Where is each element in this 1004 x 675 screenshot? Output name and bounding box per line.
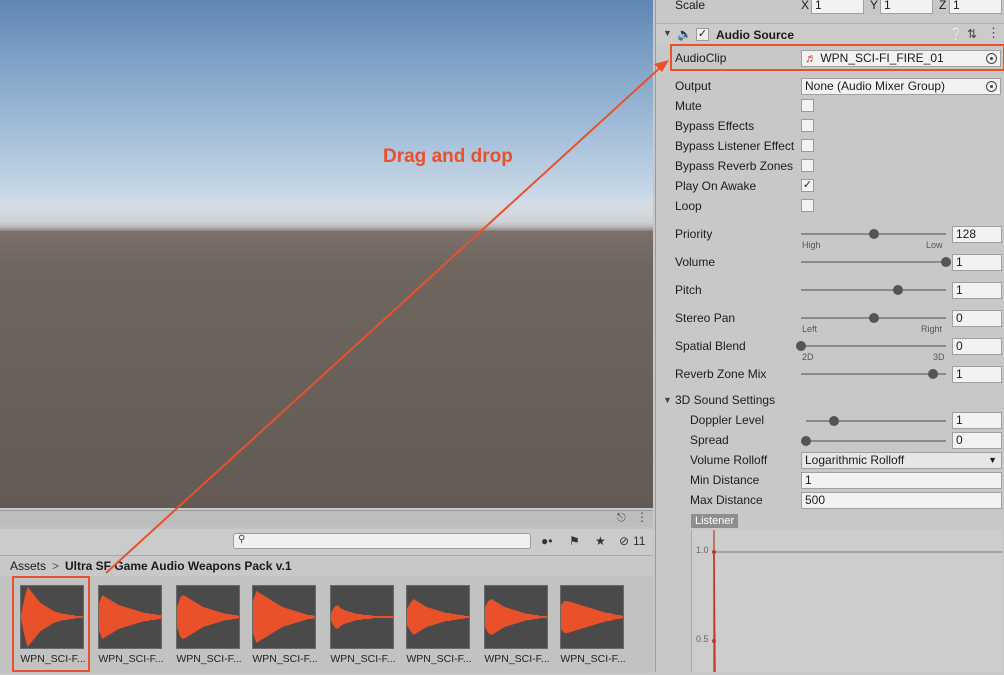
drag-arrow-line [105,65,663,574]
drag-arrow-overlay [105,60,669,574]
